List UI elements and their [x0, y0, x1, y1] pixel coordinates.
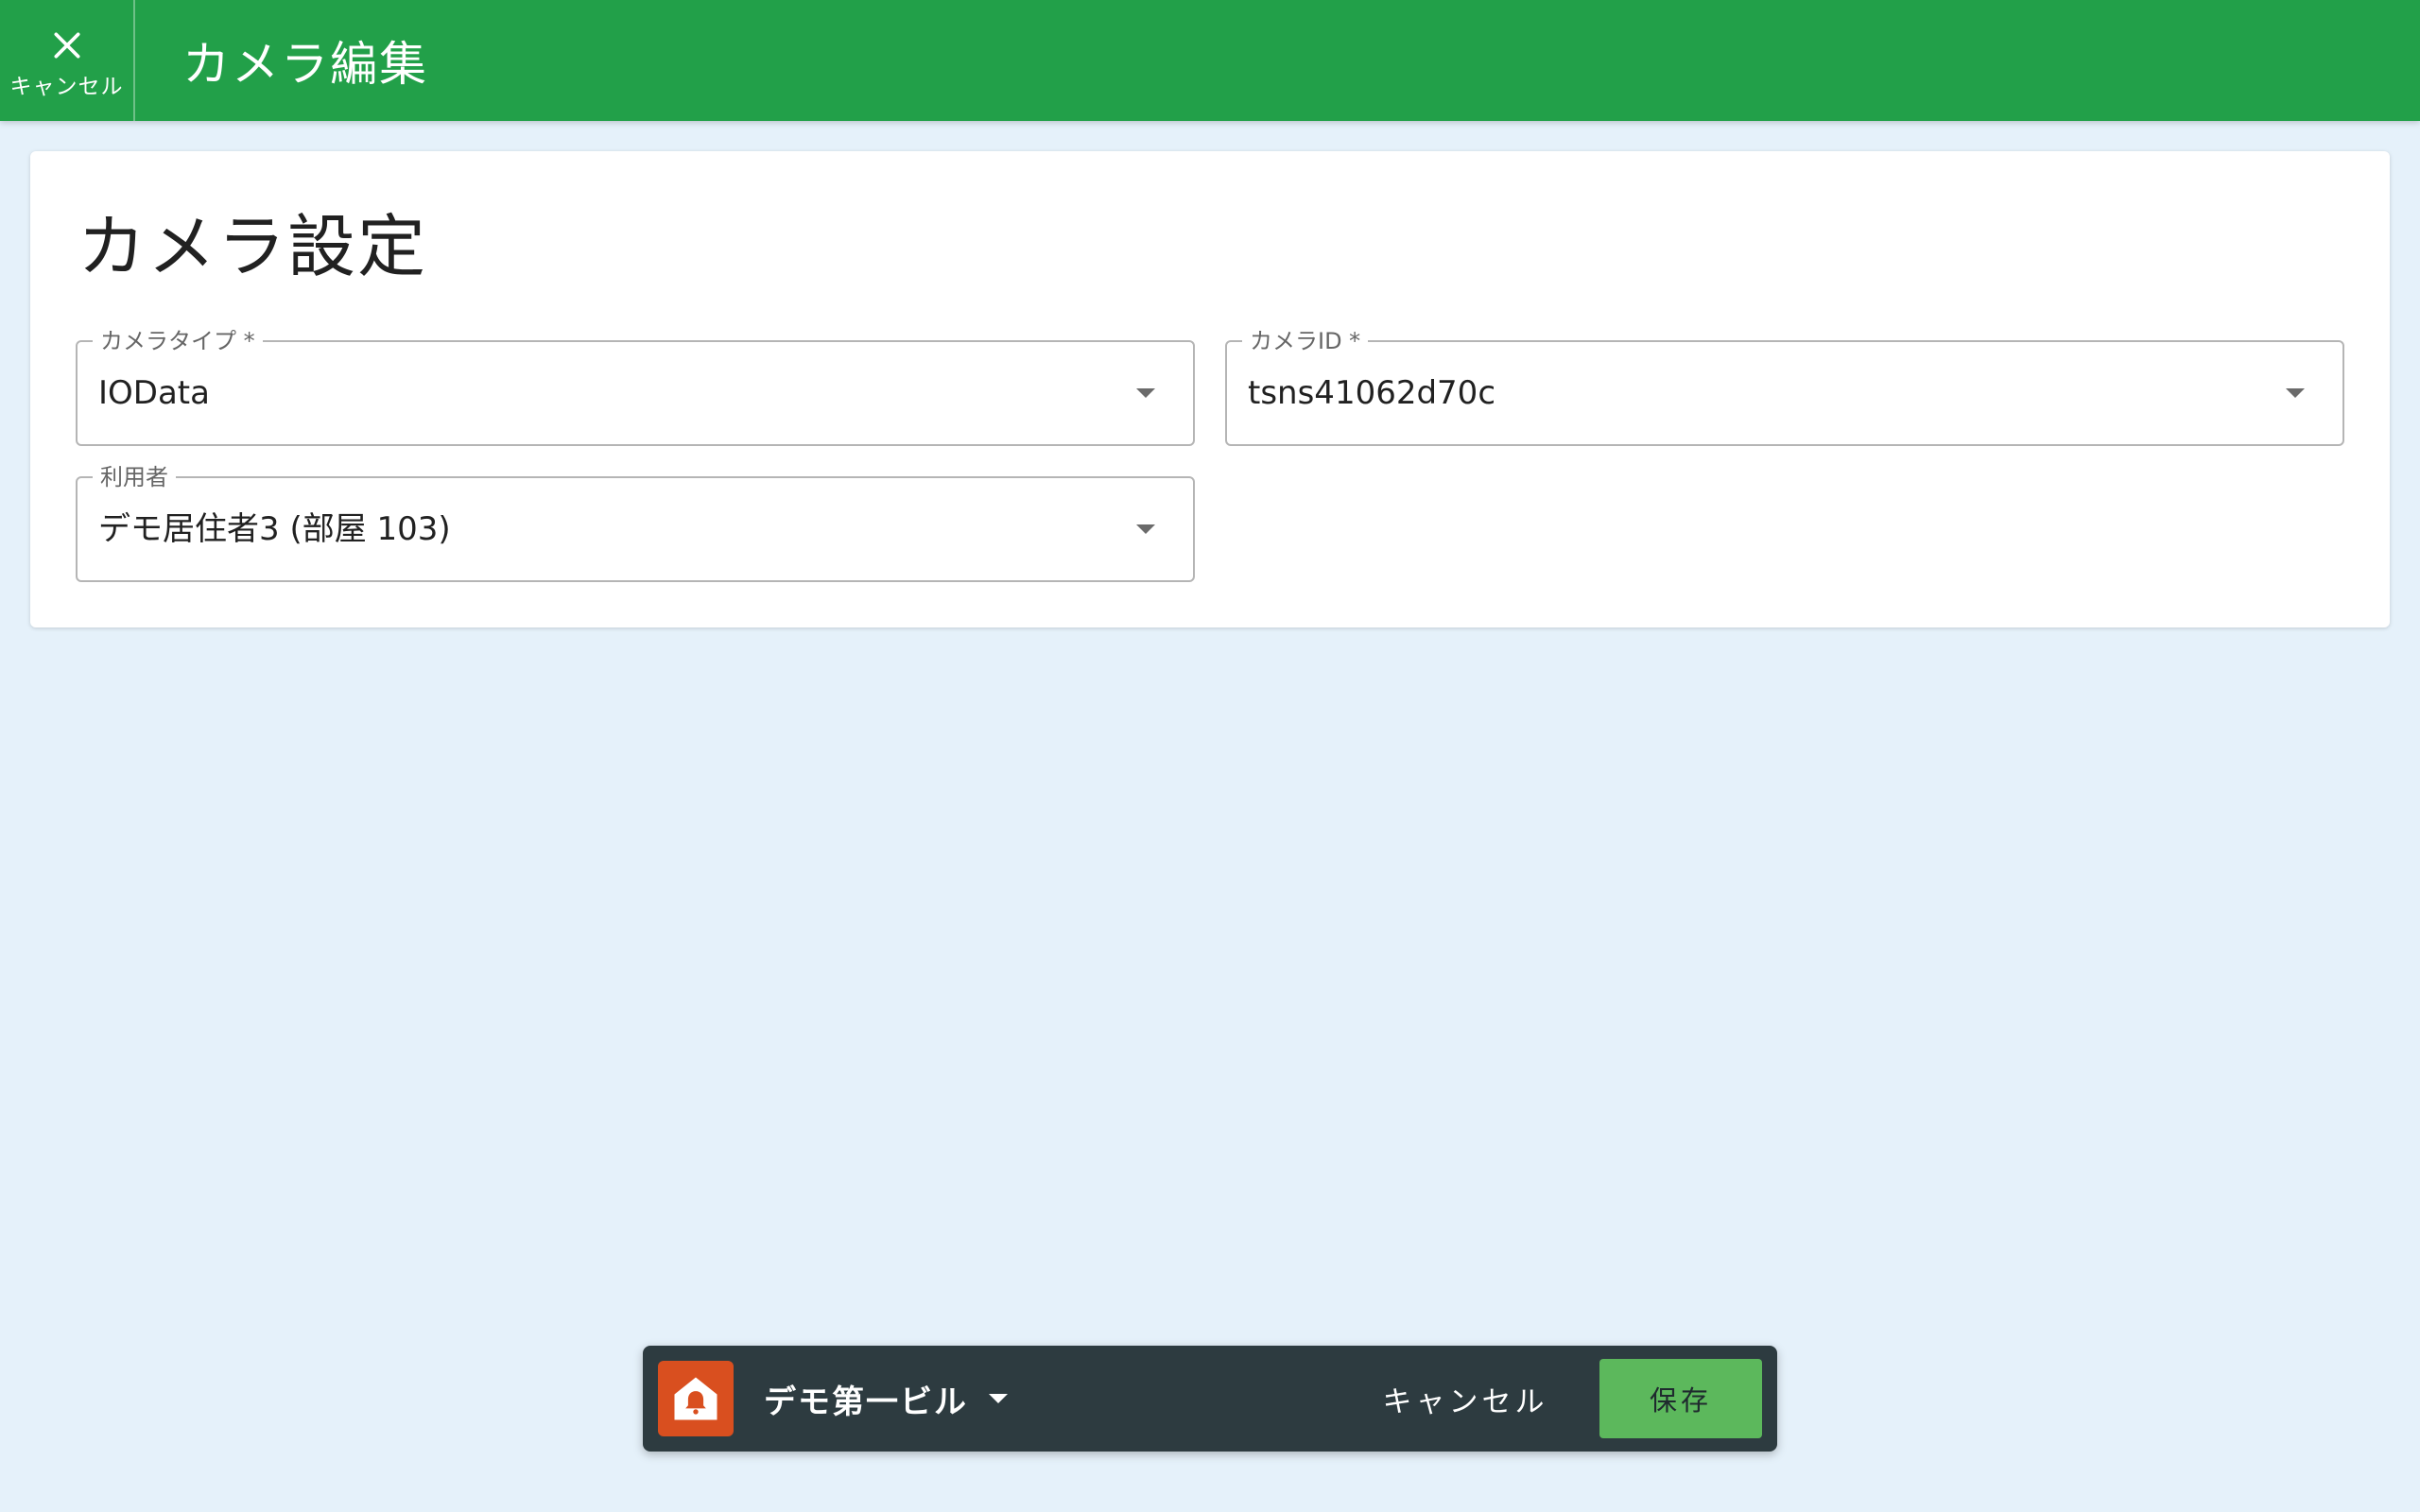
- bottom-action-bar: デモ第一ビル キャンセル 保存: [643, 1346, 1777, 1452]
- camera-settings-card: カメラ設定 カメラタイプ * IOData カメラID * tsns41062d…: [30, 151, 2390, 627]
- chevron-down-icon: [989, 1394, 1008, 1403]
- header-cancel-button[interactable]: キャンセル: [0, 0, 135, 121]
- camera-id-select[interactable]: カメラID * tsns41062d70c: [1225, 327, 2344, 446]
- app-logo: [658, 1361, 734, 1436]
- save-button[interactable]: 保存: [1599, 1359, 1762, 1438]
- house-bell-icon: [674, 1377, 717, 1420]
- section-title: カメラ設定: [78, 207, 428, 286]
- user-value: デモ居住者3 (部屋 103): [98, 510, 451, 548]
- app-header: キャンセル カメラ編集: [0, 0, 2420, 121]
- building-selector[interactable]: デモ第一ビル: [764, 1346, 1008, 1452]
- chevron-down-icon: [1136, 524, 1155, 534]
- header-cancel-label: キャンセル: [9, 75, 124, 99]
- page-title: カメラ編集: [182, 37, 428, 92]
- building-name: デモ第一ビル: [764, 1383, 968, 1421]
- chevron-down-icon: [2286, 388, 2305, 398]
- camera-id-value: tsns41062d70c: [1248, 374, 1496, 412]
- camera-type-value: IOData: [98, 374, 210, 412]
- chevron-down-icon: [1136, 388, 1155, 398]
- cancel-button[interactable]: キャンセル: [1371, 1346, 1560, 1452]
- close-icon: [54, 32, 79, 59]
- user-select[interactable]: 利用者 デモ居住者3 (部屋 103): [76, 463, 1195, 582]
- camera-type-select[interactable]: カメラタイプ * IOData: [76, 327, 1195, 446]
